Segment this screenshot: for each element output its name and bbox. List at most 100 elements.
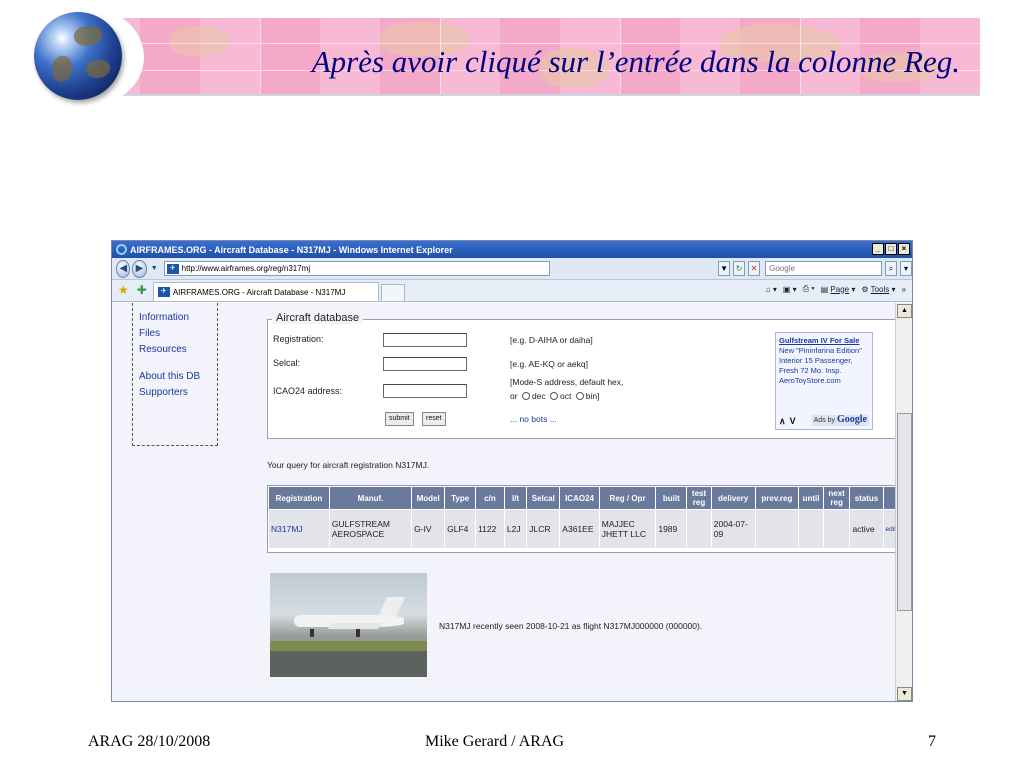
sidebar-item-files[interactable]: Files (139, 326, 217, 342)
scroll-thumb[interactable] (897, 413, 912, 611)
radix-options: or dec oct bin] (510, 391, 600, 401)
history-dropdown-icon[interactable]: ▼ (151, 265, 158, 272)
cell-prev-reg (755, 510, 799, 548)
search-input[interactable]: Google (765, 261, 882, 276)
header-test-reg: test reg (687, 487, 711, 509)
add-favorites-icon[interactable]: ✚ (137, 283, 147, 297)
maximize-button[interactable]: □ (885, 243, 897, 255)
header-cn: c/n (476, 487, 504, 509)
google-ad: Gulfstream IV For Sale New "Pininfarina … (775, 332, 873, 430)
registration-hint: [e.g. D-AIHA or daiha] (510, 335, 593, 345)
tab-toolbar: ★ ✚ ✈ AIRFRAMES.ORG - Aircraft Database … (112, 280, 912, 302)
tools-menu[interactable]: ⚙ Tools ▾ (861, 285, 895, 294)
icao24-label: ICAO24 address: (273, 386, 343, 396)
header-next-reg: next reg (823, 487, 850, 509)
scroll-down-icon[interactable]: ▼ (897, 687, 912, 701)
sidebar-item-about[interactable]: About this DB (139, 369, 217, 385)
back-arrow-icon[interactable]: ◀ (116, 259, 131, 278)
recently-seen-text: N317MJ recently seen 2008-10-21 as fligh… (439, 621, 703, 631)
header-prev-reg: prev.reg (755, 487, 799, 509)
no-bots-link[interactable]: ... no bots ... (510, 414, 557, 424)
search-icon[interactable]: ⌕ (884, 261, 898, 276)
slide-number: 7 (928, 733, 936, 750)
footer-date: ARAG 28/10/2008 (88, 733, 211, 750)
ad-site-link[interactable]: AeroToyStore.com (779, 376, 869, 386)
sidebar-item-resources[interactable]: Resources (139, 342, 217, 358)
radio-bin[interactable] (575, 392, 584, 400)
refresh-icon[interactable]: ↻ (733, 261, 746, 276)
selcal-input[interactable] (383, 357, 467, 371)
slide-title: Après avoir cliqué sur l’entrée dans la … (311, 44, 960, 79)
header-model: Model (412, 487, 445, 509)
ad-body: New "Pininfarina Edition" Interior 15 Pa… (779, 346, 862, 375)
header-delivery: delivery (711, 487, 755, 509)
stop-icon[interactable]: ✕ (748, 261, 761, 276)
address-url: http://www.airframes.org/reg/n317mj (181, 264, 311, 273)
cell-built: 1989 (656, 510, 687, 548)
new-tab-button[interactable] (380, 284, 405, 301)
header-registration: Registration (269, 487, 329, 509)
forward-arrow-icon[interactable]: ▶ (132, 259, 147, 278)
window-titlebar: AIRFRAMES.ORG - Aircraft Database - N317… (112, 241, 912, 258)
tab-label: AIRFRAMES.ORG - Aircraft Database - N317… (172, 287, 346, 297)
print-icon[interactable]: ⎙ ▾ (803, 284, 815, 294)
sidebar-item-supporters[interactable]: Supporters (139, 385, 217, 401)
feeds-icon[interactable]: ▣ ▾ (783, 285, 797, 294)
page-content: Information Files Resources About this D… (112, 303, 896, 701)
radio-dec[interactable] (521, 392, 530, 400)
minimize-button[interactable]: _ (872, 243, 884, 255)
search-options-icon[interactable]: ▾ (900, 261, 912, 276)
header-status: status (850, 487, 883, 509)
cell-status: active (850, 510, 883, 548)
vertical-scrollbar[interactable]: ▲ ▼ (895, 303, 912, 701)
favorites-star-icon[interactable]: ★ (118, 283, 129, 297)
tab-favicon-icon: ✈ (157, 287, 170, 297)
selcal-label: Selcal: (273, 358, 301, 368)
results-table: Registration Manuf. Model Type c/n l/t S… (267, 485, 896, 553)
cell-test-reg (687, 510, 711, 548)
header-built: built (656, 487, 687, 509)
page-menu[interactable]: ▤ Page ▾ (821, 285, 856, 294)
icao24-input[interactable] (383, 384, 467, 398)
address-input[interactable]: ✈ http://www.airframes.org/reg/n317mj (163, 261, 551, 276)
cell-delivery: 2004-07-09 (711, 510, 755, 548)
submit-button[interactable]: submit (385, 412, 414, 426)
table-row: N317MJ GULFSTREAM AEROSPACE G-IV GLF4 11… (269, 510, 896, 548)
more-chevron-icon[interactable]: » (902, 285, 906, 294)
sidebar-menu: Information Files Resources About this D… (132, 303, 218, 446)
ads-by-google[interactable]: Ads by Google (811, 415, 869, 426)
close-button[interactable]: × (898, 243, 910, 255)
registration-label: Registration: (273, 334, 324, 344)
tab-airframes[interactable]: ✈ AIRFRAMES.ORG - Aircraft Database - N3… (152, 282, 379, 301)
globe-logo-icon (34, 12, 122, 100)
home-icon[interactable]: ⌂ ▾ (766, 285, 777, 294)
banner-underline (80, 94, 980, 96)
command-bar: ⌂ ▾ ▣ ▾ ⎙ ▾ ▤ Page ▾ ⚙ Tools ▾ » (766, 284, 906, 294)
address-dropdown-icon[interactable]: ▼ (718, 261, 731, 276)
header-selcal: Selcal (527, 487, 560, 509)
query-text: Your query for aircraft registration N31… (267, 460, 430, 470)
radio-oct[interactable] (550, 392, 559, 400)
ad-title-link[interactable]: Gulfstream IV For Sale (779, 336, 869, 346)
aircraft-database-form: Aircraft database Registration: [e.g. D-… (267, 312, 896, 439)
header-type: Type (445, 487, 476, 509)
aircraft-photo[interactable] (270, 573, 427, 677)
site-favicon-icon: ✈ (166, 263, 179, 274)
cell-model: G-IV (412, 510, 445, 548)
footer-author: Mike Gerard / ARAG (425, 733, 565, 750)
address-toolbar: ◀ ▶ ▼ ✈ http://www.airframes.org/reg/n31… (112, 258, 912, 280)
registration-input[interactable] (383, 333, 467, 347)
ad-prev-icon[interactable]: ∧ (779, 416, 786, 426)
form-legend: Aircraft database (272, 312, 364, 324)
cell-until (799, 510, 823, 548)
ad-next-icon[interactable]: V (790, 416, 796, 426)
cell-lt: L2J (504, 510, 527, 548)
cell-registration[interactable]: N317MJ (269, 510, 329, 548)
sidebar-item-information[interactable]: Information (139, 310, 217, 326)
reset-button[interactable]: reset (422, 412, 446, 426)
cell-icao24: A361EE (560, 510, 599, 548)
window-title: AIRFRAMES.ORG - Aircraft Database - N317… (130, 244, 453, 255)
header-lt: l/t (504, 487, 527, 509)
scroll-up-icon[interactable]: ▲ (897, 304, 912, 318)
table-header-row: Registration Manuf. Model Type c/n l/t S… (269, 487, 896, 509)
